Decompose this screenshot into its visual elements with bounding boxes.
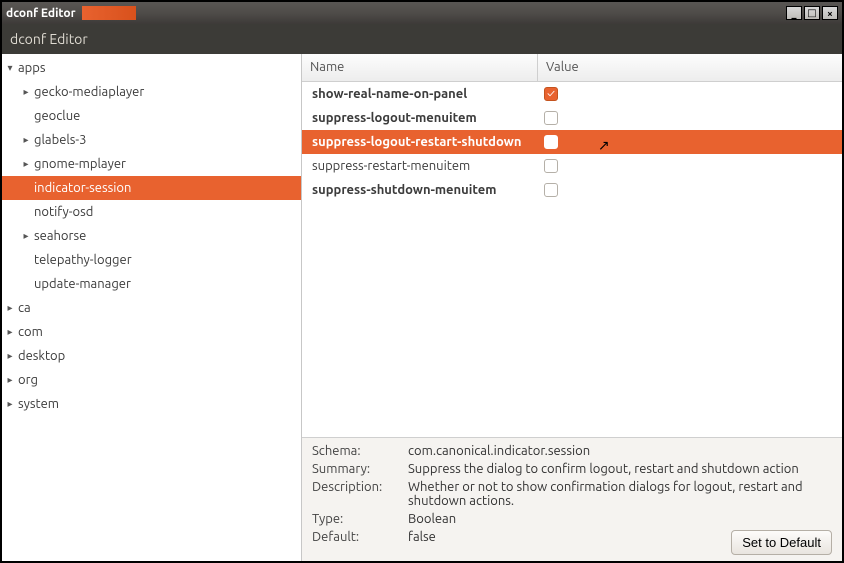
- tree-item-label: system: [18, 397, 59, 411]
- mouse-cursor-icon: ↖: [598, 137, 610, 154]
- tree-item-label: apps: [18, 61, 46, 75]
- key-name: suppress-shutdown-menuitem: [302, 183, 538, 197]
- key-value-cell: ↖: [538, 135, 842, 149]
- toolbar: dconf Editor: [2, 24, 842, 54]
- tree-item-label: gecko-mediaplayer: [34, 85, 144, 99]
- key-name: suppress-restart-menuitem: [302, 159, 538, 173]
- tree-item-update-manager[interactable]: update-manager: [2, 272, 301, 296]
- value-checkbox[interactable]: [544, 183, 558, 197]
- chevron-right-icon: ▸: [20, 158, 32, 170]
- value-checkbox[interactable]: [544, 135, 558, 149]
- chevron-down-icon: ▾: [4, 62, 16, 74]
- value-checkbox[interactable]: ✓: [544, 87, 558, 101]
- main-pane: Name Value show-real-name-on-panel ✓ suppr…: [302, 54, 842, 561]
- detail-summary-value: Suppress the dialog to confirm logout, r…: [408, 462, 832, 476]
- value-checkbox[interactable]: [544, 111, 558, 125]
- tree-item-gecko-mediaplayer[interactable]: ▸gecko-mediaplayer: [2, 80, 301, 104]
- keys-table-header: Name Value: [302, 54, 842, 82]
- tree-item-label: notify-osd: [34, 205, 93, 219]
- tree-item-label: glabels-3: [34, 133, 87, 147]
- detail-type-value: Boolean: [408, 512, 832, 526]
- tree-item-glabels-3[interactable]: ▸glabels-3: [2, 128, 301, 152]
- window-titlebar[interactable]: dconf Editor _ □ ×: [2, 2, 842, 24]
- tree-item-apps[interactable]: ▾apps: [2, 56, 301, 80]
- chevron-right-icon: ▸: [20, 230, 32, 242]
- tree-item-org[interactable]: ▸org: [2, 368, 301, 392]
- tree-item-label: org: [18, 373, 38, 387]
- key-value-cell: [538, 111, 842, 125]
- key-detail-panel: Schema: com.canonical.indicator.session …: [302, 437, 842, 561]
- tree-item-label: desktop: [18, 349, 65, 363]
- column-header-value[interactable]: Value: [538, 54, 842, 81]
- tree-item-label: gnome-mplayer: [34, 157, 126, 171]
- key-value-cell: [538, 159, 842, 173]
- tree-item-desktop[interactable]: ▸desktop: [2, 344, 301, 368]
- tree-item-label: ca: [18, 301, 31, 315]
- chevron-right-icon: ▸: [20, 86, 32, 98]
- toolbar-title: dconf Editor: [10, 31, 88, 47]
- chevron-right-icon: ▸: [4, 350, 16, 362]
- detail-default-label: Default:: [312, 530, 402, 555]
- titlebar-accent: [82, 6, 136, 20]
- detail-description-value: Whether or not to show confirmation dial…: [408, 480, 832, 508]
- tree-item-notify-osd[interactable]: notify-osd: [2, 200, 301, 224]
- key-value-cell: [538, 183, 842, 197]
- tree-item-ca[interactable]: ▸ca: [2, 296, 301, 320]
- maximize-button[interactable]: □: [804, 6, 820, 20]
- chevron-right-icon: ▸: [20, 134, 32, 146]
- tree-item-label: seahorse: [34, 229, 86, 243]
- table-row[interactable]: show-real-name-on-panel ✓: [302, 82, 842, 106]
- close-button[interactable]: ×: [822, 6, 838, 20]
- detail-schema-value: com.canonical.indicator.session: [408, 444, 832, 458]
- chevron-right-icon: ▸: [4, 302, 16, 314]
- detail-type-label: Type:: [312, 512, 402, 526]
- window-title: dconf Editor: [6, 7, 76, 20]
- tree-item-geoclue[interactable]: geoclue: [2, 104, 301, 128]
- column-header-name[interactable]: Name: [302, 54, 538, 81]
- tree-item-gnome-mplayer[interactable]: ▸gnome-mplayer: [2, 152, 301, 176]
- chevron-right-icon: ▸: [4, 398, 16, 410]
- table-row[interactable]: suppress-restart-menuitem: [302, 154, 842, 178]
- schema-tree[interactable]: ▾apps▸gecko-mediaplayergeoclue▸glabels-3…: [2, 54, 302, 561]
- tree-item-system[interactable]: ▸system: [2, 392, 301, 416]
- detail-summary-label: Summary:: [312, 462, 402, 476]
- key-name: suppress-logout-menuitem: [302, 111, 538, 125]
- tree-item-com[interactable]: ▸com: [2, 320, 301, 344]
- key-name: suppress-logout-restart-shutdown: [302, 135, 538, 149]
- keys-table-body[interactable]: show-real-name-on-panel ✓ suppress-logout-…: [302, 82, 842, 437]
- chevron-right-icon: ▸: [4, 326, 16, 338]
- tree-item-label: update-manager: [34, 277, 131, 291]
- tree-item-label: telepathy-logger: [34, 253, 132, 267]
- detail-default-value: false: [408, 530, 725, 555]
- key-name: show-real-name-on-panel: [302, 87, 538, 101]
- tree-item-label: indicator-session: [34, 181, 131, 195]
- table-row[interactable]: suppress-shutdown-menuitem: [302, 178, 842, 202]
- tree-item-label: geoclue: [34, 109, 80, 123]
- table-row[interactable]: suppress-logout-menuitem: [302, 106, 842, 130]
- tree-item-label: com: [18, 325, 43, 339]
- tree-item-indicator-session[interactable]: indicator-session: [2, 176, 301, 200]
- set-to-default-button[interactable]: Set to Default: [731, 530, 832, 555]
- minimize-button[interactable]: _: [786, 6, 802, 20]
- chevron-right-icon: ▸: [4, 374, 16, 386]
- value-checkbox[interactable]: [544, 159, 558, 173]
- table-row[interactable]: suppress-logout-restart-shutdown↖: [302, 130, 842, 154]
- detail-description-label: Description:: [312, 480, 402, 508]
- key-value-cell: ✓: [538, 87, 842, 101]
- tree-item-telepathy-logger[interactable]: telepathy-logger: [2, 248, 301, 272]
- tree-item-seahorse[interactable]: ▸seahorse: [2, 224, 301, 248]
- detail-schema-label: Schema:: [312, 444, 402, 458]
